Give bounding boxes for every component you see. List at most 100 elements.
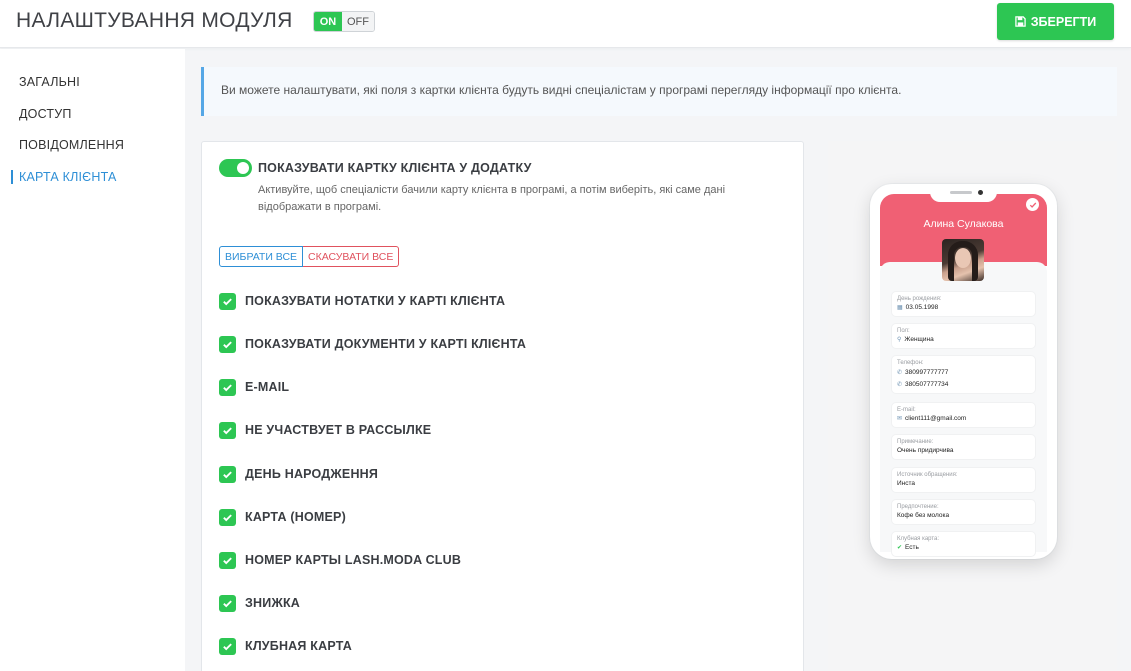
checkbox[interactable] bbox=[219, 378, 236, 396]
camera-icon bbox=[978, 190, 983, 195]
checkbox[interactable] bbox=[219, 551, 236, 569]
show-client-card-label: ПОКАЗУВАТИ КАРТКУ КЛІЄНТА У ДОДАТКУ bbox=[258, 161, 532, 175]
field-value-row: ✆ 380507777734 bbox=[897, 380, 1030, 390]
field-value: Очень придирчива bbox=[897, 447, 954, 454]
check-icon bbox=[223, 556, 232, 564]
field-label: Пол: bbox=[897, 328, 910, 334]
field-value-row: ✆ 380997777777 bbox=[897, 368, 1030, 378]
speaker-icon bbox=[950, 191, 972, 194]
select-all-button[interactable]: ВИБРАТИ ВСЕ bbox=[219, 246, 304, 267]
checkbox[interactable] bbox=[219, 508, 236, 526]
option-label: КАРТА (НОМЕР) bbox=[245, 510, 346, 524]
sidebar-item-client-card[interactable]: КАРТА КЛІЄНТА bbox=[19, 170, 117, 184]
field-value: Женщина bbox=[904, 336, 934, 343]
field-club-card: Клубная карта: ✔ Есть bbox=[892, 532, 1035, 556]
checkbox[interactable] bbox=[219, 421, 236, 439]
field-label: Предпочтение: bbox=[897, 504, 939, 510]
checkbox[interactable] bbox=[219, 292, 236, 310]
toggle-knob bbox=[237, 162, 249, 174]
floppy-disk-icon bbox=[1014, 16, 1026, 27]
field-label: Примечание: bbox=[897, 439, 934, 445]
toggle-off-option[interactable]: OFF bbox=[342, 12, 374, 31]
sidebar: ЗАГАЛЬНІ ДОСТУП ПОВІДОМЛЕННЯ КАРТА КЛІЄН… bbox=[0, 49, 185, 671]
toggle-on-option[interactable]: ON bbox=[314, 12, 342, 31]
field-label: E-mail: bbox=[897, 407, 916, 413]
check-icon bbox=[223, 426, 232, 434]
client-avatar bbox=[942, 239, 984, 281]
header-bar: НАЛАШТУВАННЯ МОДУЛЯ ON OFF ЗБЕРЕГТИ bbox=[0, 0, 1131, 48]
field-source: Источник обращения: Инста bbox=[892, 468, 1035, 492]
option-birthday[interactable]: ДЕНЬ НАРОДЖЕННЯ bbox=[219, 465, 378, 483]
field-value: 380997777777 bbox=[905, 369, 949, 376]
field-value: client111@gmail.com bbox=[905, 415, 967, 422]
field-label: Клубная карта: bbox=[897, 536, 940, 542]
save-button-label: ЗБЕРЕГТИ bbox=[1030, 14, 1097, 29]
field-value: Есть bbox=[905, 544, 919, 551]
phone-icon: ✆ bbox=[897, 370, 903, 376]
field-value-row: Очень придирчива bbox=[897, 446, 1030, 456]
checkbox[interactable] bbox=[219, 594, 236, 612]
option-club-card[interactable]: КЛУБНАЯ КАРТА bbox=[219, 637, 352, 655]
option-show-notes[interactable]: ПОКАЗУВАТИ НОТАТКИ У КАРТІ КЛІЄНТА bbox=[219, 292, 505, 310]
option-label: ПОКАЗУВАТИ НОТАТКИ У КАРТІ КЛІЄНТА bbox=[245, 294, 506, 308]
calendar-icon: ▦ bbox=[897, 305, 903, 311]
field-value: 03.05.1998 bbox=[905, 304, 939, 311]
settings-card: ПОКАЗУВАТИ КАРТКУ КЛІЄНТА У ДОДАТКУ Акти… bbox=[201, 141, 804, 671]
page-title: НАЛАШТУВАННЯ МОДУЛЯ bbox=[16, 9, 293, 32]
field-phone: Телефон: ✆ 380997777777 ✆ 380507777734 bbox=[892, 356, 1035, 393]
phone-icon: ✆ bbox=[897, 382, 903, 388]
option-label: E-MAIL bbox=[245, 380, 290, 394]
pin-icon: ⚲ bbox=[897, 337, 902, 343]
field-gender: Пол: ⚲ Женщина bbox=[892, 324, 1035, 348]
phone-mockup: Алина Сулакова День рождения: ▦ 03.05.199… bbox=[870, 184, 1057, 559]
phone-preview-panel: Алина Сулакова День рождения: ▦ 03.05.199… bbox=[828, 141, 1117, 671]
save-button[interactable]: ЗБЕРЕГТИ bbox=[997, 3, 1114, 40]
option-card-number[interactable]: КАРТА (НОМЕР) bbox=[219, 508, 346, 526]
sidebar-item-access[interactable]: ДОСТУП bbox=[19, 107, 72, 121]
field-value: Кофе без молока bbox=[897, 512, 950, 519]
checkbox[interactable] bbox=[219, 465, 236, 483]
option-discount[interactable]: ЗНИЖКА bbox=[219, 594, 300, 612]
field-value-row: ⚲ Женщина bbox=[897, 335, 1030, 345]
check-icon: ✔ bbox=[897, 545, 903, 551]
check-icon bbox=[223, 340, 232, 348]
option-show-documents[interactable]: ПОКАЗУВАТИ ДОКУМЕНТИ У КАРТІ КЛІЄНТА bbox=[219, 335, 526, 353]
option-email[interactable]: E-MAIL bbox=[219, 378, 289, 396]
phone-client-fields: День рождения: ▦ 03.05.1998 Пол: ⚲ Женщина… bbox=[880, 262, 1047, 556]
avatar-face bbox=[955, 248, 971, 268]
option-label: НОМЕР КАРТЫ LASH.MODA CLUB bbox=[245, 553, 462, 567]
field-value-row: ✉ client111@gmail.com bbox=[897, 414, 1030, 424]
option-label: ПОКАЗУВАТИ ДОКУМЕНТИ У КАРТІ КЛІЄНТА bbox=[245, 337, 527, 351]
checkbox[interactable] bbox=[219, 637, 236, 655]
select-button-group: ВИБРАТИ ВСЕ СКАСУВАТИ ВСЕ bbox=[219, 246, 400, 267]
show-client-card-toggle[interactable] bbox=[219, 159, 252, 177]
cancel-all-button[interactable]: СКАСУВАТИ ВСЕ bbox=[303, 246, 400, 267]
sidebar-item-general[interactable]: ЗАГАЛЬНІ bbox=[19, 75, 80, 89]
field-value: Инста bbox=[897, 480, 916, 487]
info-banner: Ви можете налаштувати, які поля з картки… bbox=[201, 67, 1117, 116]
show-client-card-description: Активуйте, щоб спеціалісти бачили карту … bbox=[258, 184, 726, 213]
option-label: КЛУБНАЯ КАРТА bbox=[245, 639, 352, 653]
field-email: E-mail: ✉ client111@gmail.com bbox=[892, 403, 1035, 427]
active-item-indicator bbox=[11, 170, 13, 184]
field-value: 380507777734 bbox=[905, 381, 949, 388]
check-icon bbox=[223, 513, 232, 521]
field-value-row: ▦ 03.05.1998 bbox=[897, 303, 1030, 313]
option-club-card-number[interactable]: НОМЕР КАРТЫ LASH.MODA CLUB bbox=[219, 551, 461, 569]
module-on-off-toggle[interactable]: ON OFF bbox=[313, 11, 375, 32]
field-value-row: ✔ Есть bbox=[897, 543, 1030, 553]
field-preference: Предпочтение: Кофе без молока bbox=[892, 500, 1035, 524]
option-label: ЗНИЖКА bbox=[245, 596, 300, 610]
field-label: Источник обращения: bbox=[897, 472, 958, 478]
mail-icon: ✉ bbox=[897, 416, 903, 422]
checkbox[interactable] bbox=[219, 335, 236, 353]
field-label: Телефон: bbox=[897, 360, 924, 366]
option-label: ДЕНЬ НАРОДЖЕННЯ bbox=[245, 467, 379, 481]
check-icon bbox=[223, 383, 232, 391]
check-icon bbox=[223, 470, 232, 478]
option-label: НЕ УЧАСТВУЕТ В РАССЫЛКЕ bbox=[245, 423, 432, 437]
check-circle-icon bbox=[1026, 198, 1039, 211]
option-no-mailing[interactable]: НЕ УЧАСТВУЕТ В РАССЫЛКЕ bbox=[219, 421, 431, 439]
field-value-row: Инста bbox=[897, 479, 1030, 489]
sidebar-item-notifications[interactable]: ПОВІДОМЛЕННЯ bbox=[19, 138, 124, 152]
